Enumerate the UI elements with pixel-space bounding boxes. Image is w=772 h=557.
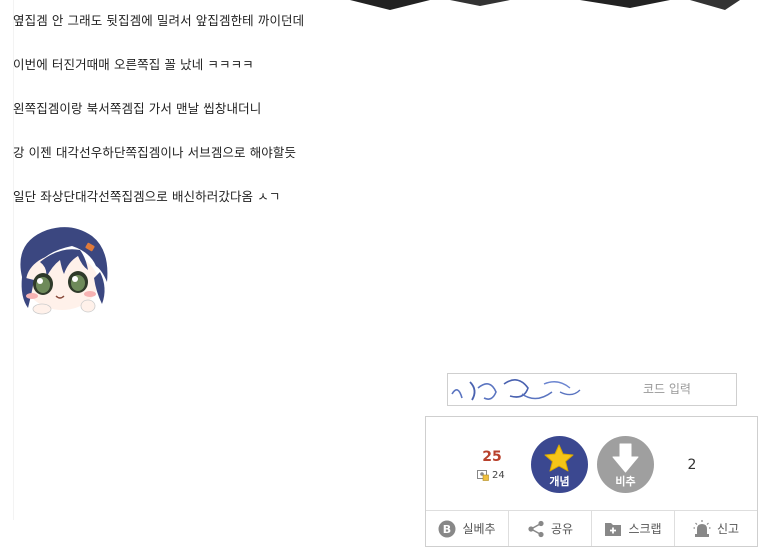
vote-panel: 25 24 개념 비추 2	[426, 417, 757, 510]
down-arrow-icon	[612, 443, 639, 473]
post-line: 왼쪽집겜이랑 북서쪽겜집 가서 맨날 씹창내더니	[13, 101, 262, 116]
captcha-field[interactable]: 코드 입력	[447, 373, 737, 406]
post-line: 일단 좌상단대각선쪽집겜으로 배신하러갔다옴 ㅅㄱ	[13, 189, 281, 204]
fixed-count-value: 24	[492, 470, 505, 481]
folder-plus-icon	[605, 522, 622, 536]
fixed-upvote-count: 24	[477, 470, 505, 481]
downvote-count: 2	[687, 457, 697, 473]
fixed-user-icon	[477, 470, 489, 481]
report-button[interactable]: 신고	[675, 511, 757, 546]
emoticon-sticker-image	[20, 227, 108, 315]
share-button[interactable]: 공유	[509, 511, 592, 546]
upvote-button[interactable]: 개념	[531, 436, 588, 493]
downvote-label: 비추	[615, 475, 636, 488]
upvote-label: 개념	[549, 475, 570, 488]
star-icon	[544, 444, 574, 472]
share-icon	[528, 520, 544, 537]
header-banner-image	[350, 0, 740, 10]
captcha-input[interactable]: 코드 입력	[598, 374, 736, 405]
scrap-button[interactable]: 스크랩	[592, 511, 675, 546]
captcha-image	[451, 379, 581, 401]
svg-text:B: B	[443, 523, 451, 536]
report-label: 신고	[716, 522, 740, 536]
post-line: 옆집겜 안 그래도 뒷집겜에 밀려서 앞집겜한테 까이던데	[13, 13, 305, 28]
recommend-box: 25 24 개념 비추 2 B 실베추 공유 스크랩 신고	[425, 416, 758, 547]
post-line: 강 이젠 대각선우하단쪽집겜이나 서브겜으로 해야할듯	[13, 145, 297, 160]
real-recommend-button[interactable]: B 실베추	[426, 511, 509, 546]
downvote-button[interactable]: 비추	[597, 436, 654, 493]
post-content: 옆집겜 안 그래도 뒷집겜에 밀려서 앞집겜한테 까이던데 이번에 터진거때매 …	[13, 12, 573, 206]
post-actions-bar: B 실베추 공유 스크랩 신고	[426, 510, 757, 546]
b-circle-icon: B	[438, 520, 456, 537]
share-label: 공유	[550, 522, 574, 536]
post-line: 이번에 터진거때매 오른쪽집 꼴 났네 ㅋㅋㅋㅋ	[13, 57, 254, 72]
scrap-label: 스크랩	[628, 522, 662, 536]
upvote-count: 25	[482, 449, 502, 465]
siren-icon	[693, 519, 711, 537]
real-recommend-label: 실베추	[462, 522, 496, 536]
